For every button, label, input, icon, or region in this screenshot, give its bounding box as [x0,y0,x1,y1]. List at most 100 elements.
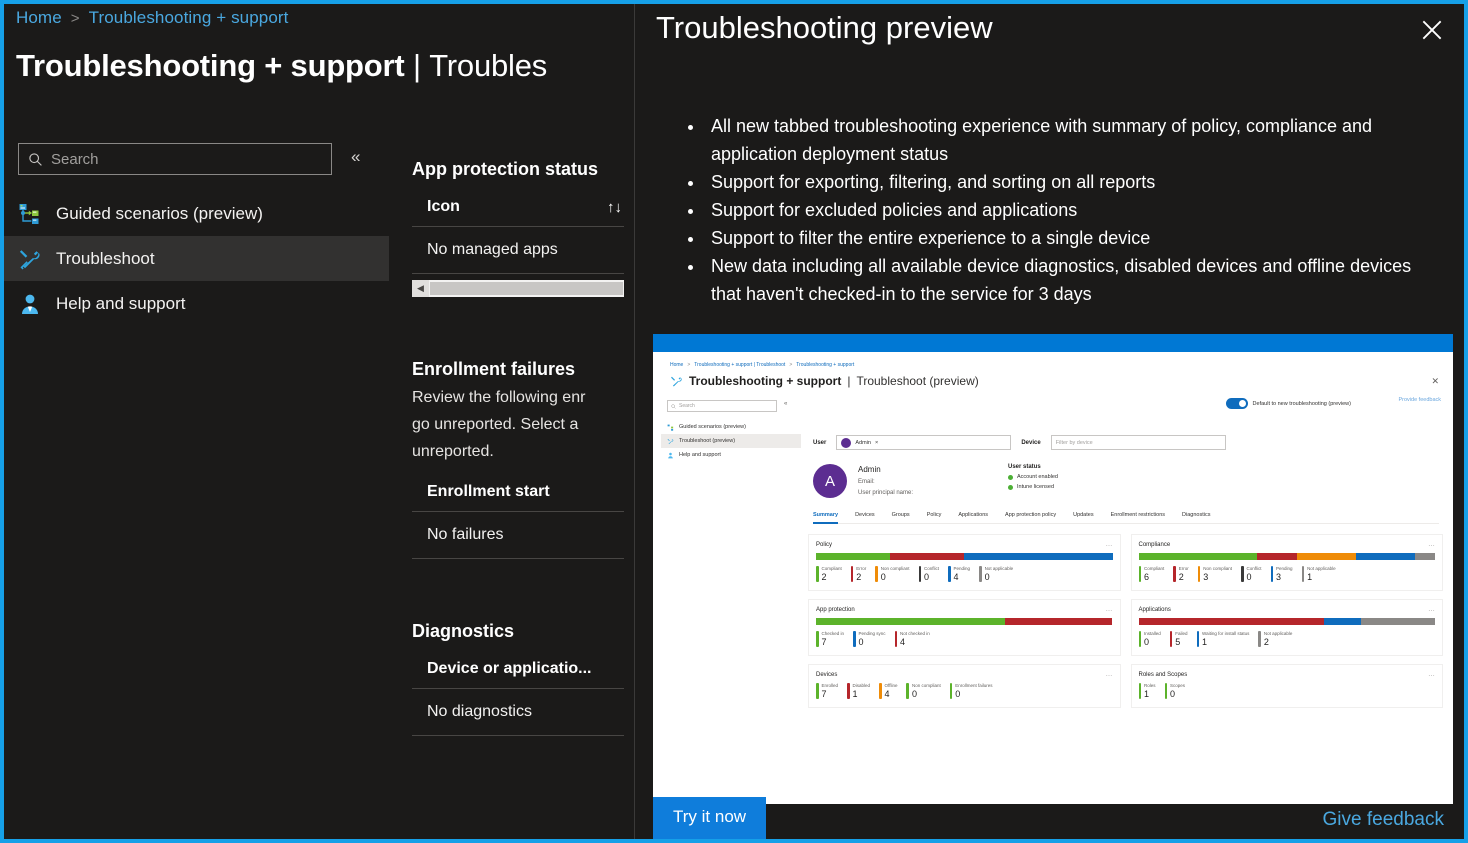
legend-color-tick [1164,683,1168,699]
search-box[interactable] [18,143,332,175]
list-item: New data including all available device … [705,252,1436,308]
collapse-nav-button[interactable]: « [351,148,361,165]
title-divider: | [847,374,851,388]
legend-label: Enrollment failures [955,683,993,688]
page-title-rest: Troubles [429,48,548,83]
legend-item: Pending sync 0 [853,631,886,647]
scroll-left-icon[interactable]: ◀ [412,280,429,297]
legend-value: 0 [911,689,917,699]
legend-value: 0 [1170,689,1176,699]
user-filter-label: User [813,439,827,446]
search-icon [29,152,42,166]
search-input[interactable] [51,150,322,168]
legend-item: Roles 1 [1138,683,1156,699]
card-menu-icon[interactable]: … [1428,541,1435,548]
card-menu-icon[interactable]: … [1428,606,1435,613]
give-feedback-link[interactable]: Give feedback [1323,809,1444,831]
user-filter-pill[interactable]: Admin × [836,435,1012,450]
legend-color-tick [948,566,951,582]
card-menu-icon[interactable]: … [1428,671,1435,678]
legend-color-tick [1197,566,1201,582]
breadcrumb-current[interactable]: Troubleshooting + support [89,8,289,28]
table-row: No failures [412,512,624,559]
legend-color-tick [1138,566,1141,582]
default-to-new-troubleshooting-toggle[interactable]: Default to new troubleshooting (preview) [1225,398,1351,409]
table-header-row: Icon ↑↓ [412,194,624,227]
breadcrumb-separator-icon: > [687,362,691,368]
legend-value: 1 [1202,637,1208,647]
table-header-row: Enrollment start [412,479,624,512]
list-item: Support to filter the entire experience … [705,224,1436,252]
guided-scenarios-icon [667,424,674,431]
sidebar-item-guided-scenarios[interactable]: Guided scenarios (preview) [661,420,801,434]
close-button[interactable] [1418,16,1446,44]
tab-enrollment-restrictions[interactable]: Enrollment restrictions [1111,512,1165,518]
sidebar-item-help-and-support[interactable]: Help and support [4,281,389,326]
scrollbar-thumb[interactable] [430,282,623,295]
tab-updates[interactable]: Updates [1073,512,1094,518]
card-title: Roles and Scopes [1138,671,1188,678]
provide-feedback-link[interactable]: Provide feedback [1399,397,1442,403]
legend-value: 5 [1175,637,1181,647]
tab-groups[interactable]: Groups [892,512,910,518]
legend-value: 1 [852,689,858,699]
legend-item: Error 2 [1173,566,1189,582]
card-menu-icon[interactable]: … [1106,541,1113,548]
tab-summary[interactable]: Summary [813,512,839,524]
legend-color-tick [1241,566,1244,582]
column-header-enrollment-start[interactable]: Enrollment start [427,483,550,501]
screenshot-collapse-icon[interactable]: « [784,401,787,407]
legend-value: 0 [1246,572,1252,582]
legend-item: Compliant 2 [816,566,842,582]
device-filter-placeholder: Filter by device [1055,439,1093,446]
tab-devices[interactable]: Devices [855,512,875,518]
support-person-icon [668,452,673,458]
legend-value: 0 [858,637,864,647]
sidebar-item-help-and-support[interactable]: Help and support [661,448,801,462]
card-legend: Installed 0 Failed 5 Waiting for install sta… [1138,631,1436,647]
horizontal-scrollbar[interactable]: ◀ [412,280,624,297]
sort-icon[interactable]: ↑↓ [607,199,622,216]
tab-policy[interactable]: Policy [927,512,942,518]
card-menu-icon[interactable]: … [1106,671,1113,678]
sidebar-item-label: Troubleshoot (preview) [679,438,736,444]
legend-value: 0 [924,572,930,582]
status-row: Intune licensed [1008,484,1058,490]
legend-item: Disabled 1 [847,683,870,699]
screenshot-close-icon[interactable]: ✕ [1431,376,1439,387]
bar-segment [1323,618,1361,625]
sidebar-item-troubleshoot[interactable]: Troubleshoot [4,236,389,281]
try-it-now-button[interactable]: Try it now [653,797,767,839]
preview-screenshot-image: Home > Troubleshooting + support | Troub… [653,334,1453,804]
tab-app-protection-policy[interactable]: App protection policy [1005,512,1056,518]
breadcrumb-home[interactable]: Home [16,8,62,28]
device-filter-input[interactable]: Filter by device [1050,435,1226,450]
legend-item: Not applicable 0 [979,566,1013,582]
toggle-switch[interactable] [1225,398,1248,409]
legend-color-tick [906,683,909,699]
column-header-device-or-application[interactable]: Device or applicatio... [427,660,592,678]
tab-diagnostics[interactable]: Diagnostics [1182,512,1210,518]
legend-value: 1 [1144,689,1150,699]
legend-value: 3 [1203,572,1209,582]
screenshot-search-box[interactable]: Search [667,400,777,412]
bar-segment [1004,618,1113,625]
user-status-panel: User status Account enabled Intune licen… [1008,464,1058,494]
card-menu-icon[interactable]: … [1106,606,1113,613]
legend-value: 2 [856,572,862,582]
column-header-icon[interactable]: Icon [427,198,460,216]
summary-card: Roles and Scopes … Roles 1 Scopes 0 [1130,664,1443,708]
legend-item: Enrollment failures 0 [949,683,993,699]
screenshot-body: Home > Troubleshooting + support | Troub… [653,352,1453,804]
legend-label: Waiting for install status [1202,631,1250,636]
card-legend: Compliant 6 Error 2 Non compliant 3 Conflict 0 P… [1138,566,1436,582]
sidebar-item-guided-scenarios[interactable]: Guided scenarios (preview) [4,191,389,236]
remove-filter-icon[interactable]: × [875,440,878,446]
screenshot-filter-bar: User Admin × Device Filter by device [813,435,1439,450]
section-app-protection-status: App protection status Icon ↑↓ No managed… [412,159,652,297]
sidebar-item-troubleshoot[interactable]: Troubleshoot (preview) [661,434,801,448]
breadcrumb-item: Troubleshooting + support [796,362,855,368]
tab-applications[interactable]: Applications [958,512,988,518]
bar-segment [1138,553,1258,560]
bar-segment [964,553,1113,560]
